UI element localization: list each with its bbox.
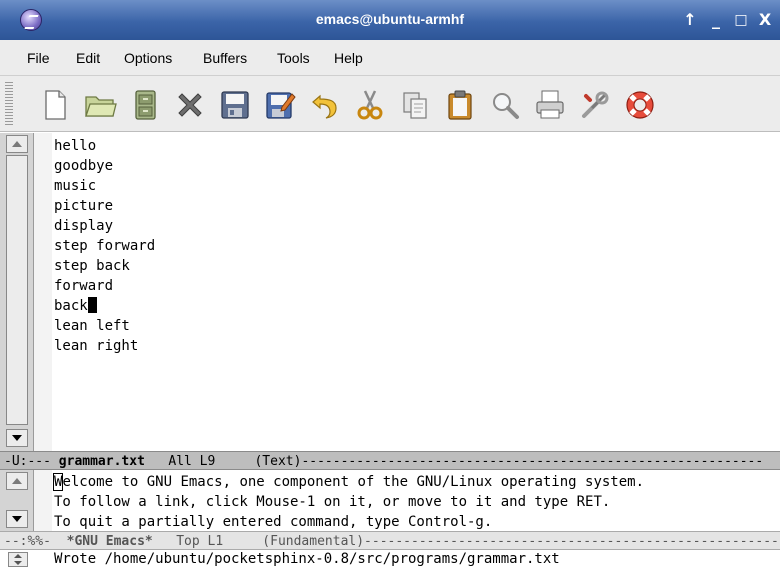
buffer-line: lean right xyxy=(54,338,139,354)
copy-icon xyxy=(403,92,427,119)
arrow-down-icon xyxy=(12,435,22,441)
menu-tools[interactable]: Tools xyxy=(277,50,310,66)
buffer-line: goodbye xyxy=(54,158,114,174)
save-button[interactable] xyxy=(218,88,252,122)
cut-icon xyxy=(357,90,383,120)
help-icon xyxy=(626,91,654,119)
help-line-text: elcome to GNU Emacs, one component of th… xyxy=(62,474,645,490)
window-title: emacs@ubuntu-armhf xyxy=(315,11,465,27)
close-buffer-button[interactable] xyxy=(173,88,207,122)
help-scroll-up-arrow[interactable] xyxy=(6,472,28,490)
tool-bar xyxy=(0,76,780,132)
open-directory-button[interactable] xyxy=(128,88,162,122)
mode-line-buffer-name[interactable]: *GNU Emacs* xyxy=(67,534,153,549)
paste-icon xyxy=(448,90,472,120)
mode-line-major-mode[interactable]: (Text) xyxy=(254,454,301,469)
preferences-icon xyxy=(582,91,609,118)
save-as-button[interactable] xyxy=(263,88,297,122)
search-button[interactable] xyxy=(488,88,522,122)
mode-line-fill: ----------------------------------------… xyxy=(301,454,764,469)
maximize-button[interactable]: □ xyxy=(731,9,751,31)
save-as-icon xyxy=(266,92,296,119)
help-line: To quit a partially entered command, typ… xyxy=(54,514,493,530)
help-scrollbar[interactable] xyxy=(0,470,34,532)
buffer-line-current: back xyxy=(54,296,774,316)
left-fringe xyxy=(34,133,52,451)
copy-button[interactable] xyxy=(398,88,432,122)
print-icon xyxy=(536,90,564,119)
buffer-line: lean left xyxy=(54,318,130,334)
title-bar: emacs@ubuntu-armhf ↑ _ □ X xyxy=(0,0,780,40)
preferences-button[interactable] xyxy=(578,88,612,122)
new-file-button[interactable] xyxy=(38,88,72,122)
arrow-up-icon xyxy=(12,478,22,484)
menu-help[interactable]: Help xyxy=(334,50,363,66)
close-buffer-icon xyxy=(178,93,202,117)
menu-edit[interactable]: Edit xyxy=(76,50,100,66)
help-left-fringe xyxy=(34,470,52,532)
arrow-down-icon xyxy=(12,516,22,522)
paste-button[interactable] xyxy=(443,88,477,122)
buffer-line: picture xyxy=(54,198,114,214)
open-directory-icon xyxy=(135,90,156,120)
editor-buffer[interactable]: hello goodbye music picture display step… xyxy=(54,136,774,448)
menu-buffers[interactable]: Buffers xyxy=(203,50,247,66)
buffer-line: hello xyxy=(54,138,97,154)
mode-line-main[interactable]: -U:--- grammar.txt All L9 (Text)--------… xyxy=(0,451,780,470)
echo-area-message: Wrote /home/ubuntu/pocketsphinx-0.8/src/… xyxy=(54,551,560,567)
save-icon xyxy=(221,91,249,119)
updown-arrow-icon xyxy=(14,554,22,565)
undo-icon xyxy=(312,94,337,119)
undo-button[interactable] xyxy=(308,88,342,122)
buffer-line: step forward xyxy=(54,238,156,254)
new-file-icon xyxy=(45,90,66,120)
menu-options[interactable]: Options xyxy=(124,50,172,66)
buffer-line: step back xyxy=(54,258,130,274)
minibuffer-scroll-icon[interactable] xyxy=(8,552,28,567)
help-line: To follow a link, click Mouse-1 on it, o… xyxy=(54,494,611,510)
mode-line-status: --:%%- xyxy=(4,534,67,549)
arrow-up-icon xyxy=(12,141,22,147)
mode-line-help[interactable]: --:%%- *GNU Emacs* Top L1 (Fundamental)-… xyxy=(0,531,780,550)
scroll-down-arrow[interactable] xyxy=(6,429,28,447)
help-line: Welcome to GNU Emacs, one component of t… xyxy=(52,472,774,492)
buffer-line: music xyxy=(54,178,97,194)
text-cursor xyxy=(87,297,97,313)
search-icon xyxy=(493,93,519,119)
mode-line-status: -U:--- xyxy=(4,454,59,469)
scroll-thumb[interactable] xyxy=(6,155,28,425)
scroll-up-arrow[interactable] xyxy=(6,135,28,153)
help-scroll-down-arrow[interactable] xyxy=(6,510,28,528)
buffer-scrollbar[interactable] xyxy=(0,133,34,451)
buffer-line: forward xyxy=(54,278,114,294)
mode-line-fill: ----------------------------------------… xyxy=(364,534,779,549)
buffer-line-text: back xyxy=(54,298,88,314)
always-on-top-button[interactable]: ↑ xyxy=(680,9,700,31)
print-button[interactable] xyxy=(533,88,567,122)
help-button[interactable] xyxy=(623,88,657,122)
mode-line-major-mode[interactable]: (Fundamental) xyxy=(262,534,364,549)
minimize-button[interactable]: _ xyxy=(706,9,726,31)
close-window-button[interactable]: X xyxy=(755,9,775,31)
menu-file[interactable]: File xyxy=(27,50,50,66)
mode-line-buffer-name[interactable]: grammar.txt xyxy=(59,454,145,469)
buffer-line: display xyxy=(54,218,114,234)
mode-line-position: All L9 xyxy=(144,454,255,469)
mode-line-position: Top L1 xyxy=(152,534,263,549)
menu-bar: File Edit Options Buffers Tools Help xyxy=(0,40,780,76)
toolbar-grip[interactable] xyxy=(5,82,13,126)
cut-button[interactable] xyxy=(353,88,387,122)
open-folder-icon xyxy=(85,96,117,117)
open-file-button[interactable] xyxy=(83,88,117,122)
help-buffer[interactable]: Welcome to GNU Emacs, one component of t… xyxy=(52,472,774,532)
